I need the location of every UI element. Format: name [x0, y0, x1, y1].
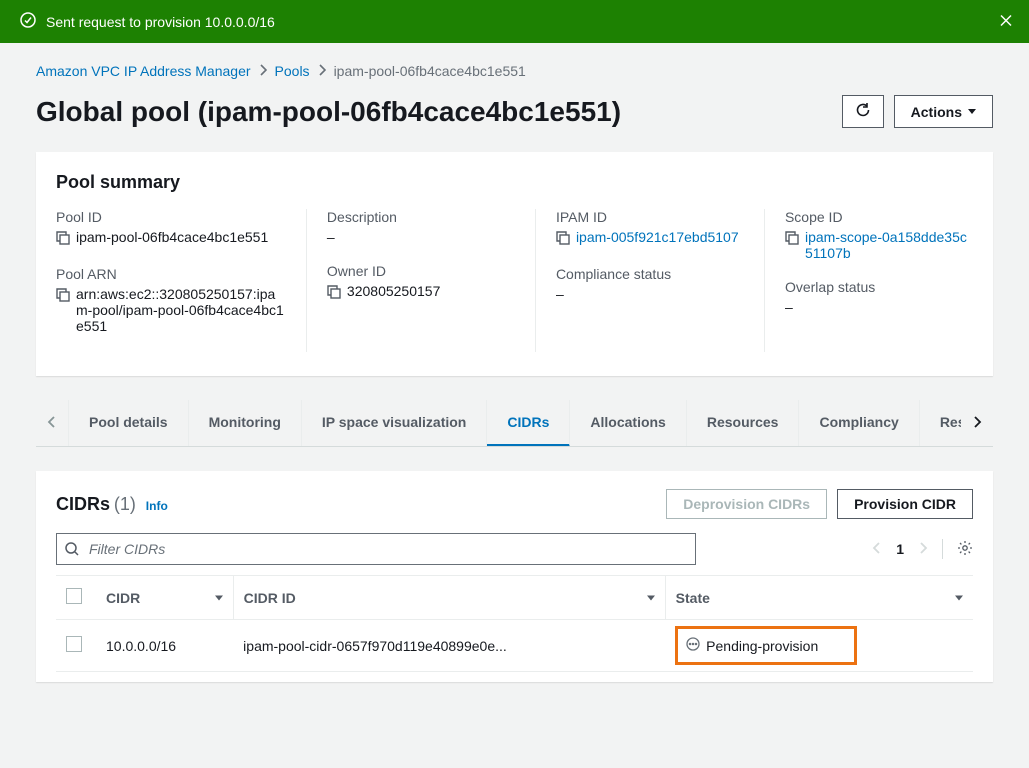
cell-cidr: 10.0.0.0/16 [96, 620, 233, 672]
page-title: Global pool (ipam-pool-06fb4cace4bc1e551… [36, 96, 621, 128]
state-highlight: Pending-provision [675, 626, 857, 665]
sort-icon [215, 595, 223, 600]
page-next[interactable] [918, 541, 928, 558]
filter-cidrs-input[interactable] [56, 533, 696, 565]
copy-icon[interactable] [327, 285, 341, 302]
close-icon[interactable] [999, 13, 1013, 30]
chevron-right-icon [318, 63, 326, 79]
owner-id-label: Owner ID [327, 263, 515, 279]
cidrs-title: CIDRs [56, 494, 110, 514]
sort-icon [647, 595, 655, 600]
panel-title: Pool summary [36, 152, 993, 205]
pending-icon [686, 637, 700, 654]
sort-icon [955, 595, 963, 600]
cell-state: Pending-provision [706, 638, 818, 654]
owner-id-value: 320805250157 [347, 283, 440, 299]
divider [942, 539, 943, 559]
column-cidr[interactable]: CIDR [96, 576, 233, 620]
scope-id-label: Scope ID [785, 209, 973, 225]
page-number: 1 [896, 541, 904, 557]
description-value: – [327, 229, 515, 245]
tab-overflow[interactable]: Reso [920, 400, 961, 446]
info-link[interactable]: Info [146, 499, 168, 513]
breadcrumb-current: ipam-pool-06fb4cace4bc1e551 [334, 63, 526, 79]
compliance-status-value: – [556, 286, 744, 302]
ipam-id-label: IPAM ID [556, 209, 744, 225]
overlap-status-label: Overlap status [785, 279, 973, 295]
compliance-status-label: Compliance status [556, 266, 744, 282]
tab-allocations[interactable]: Allocations [570, 400, 686, 446]
copy-icon[interactable] [56, 231, 70, 248]
select-all-checkbox[interactable] [66, 588, 82, 604]
deprovision-cidrs-button[interactable]: Deprovision CIDRs [666, 489, 827, 519]
success-banner: Sent request to provision 10.0.0.0/16 [0, 0, 1029, 43]
copy-icon[interactable] [56, 288, 70, 305]
actions-button[interactable]: Actions [894, 95, 993, 128]
pool-arn-label: Pool ARN [56, 266, 286, 282]
tab-scroll-left[interactable] [36, 415, 68, 431]
page-header: Global pool (ipam-pool-06fb4cace4bc1e551… [0, 89, 1029, 152]
cell-cidr-id: ipam-pool-cidr-0657f970d119e40899e0e... [243, 638, 507, 654]
caret-down-icon [968, 109, 976, 114]
tab-ip-space-visualization[interactable]: IP space visualization [302, 400, 487, 446]
pool-id-value: ipam-pool-06fb4cace4bc1e551 [76, 229, 268, 245]
overlap-status-value: – [785, 299, 973, 315]
check-circle-icon [20, 12, 36, 31]
cidrs-section: CIDRs (1) Info Deprovision CIDRs Provisi… [36, 471, 993, 682]
pool-arn-value: arn:aws:ec2::320805250157:ipam-pool/ipam… [76, 286, 286, 334]
refresh-icon [855, 102, 871, 121]
ipam-id-link[interactable]: ipam-005f921c17ebd5107 [576, 229, 739, 245]
banner-message: Sent request to provision 10.0.0.0/16 [46, 14, 275, 30]
tab-monitoring[interactable]: Monitoring [189, 400, 302, 446]
tab-cidrs[interactable]: CIDRs [487, 400, 570, 446]
copy-icon[interactable] [556, 231, 570, 248]
cidrs-table: CIDR CIDR ID State 10.0.0.0/16 ipam-pool… [56, 575, 973, 672]
page-prev[interactable] [872, 541, 882, 558]
tab-pool-details[interactable]: Pool details [68, 400, 189, 446]
breadcrumb-root[interactable]: Amazon VPC IP Address Manager [36, 63, 251, 79]
search-icon [65, 542, 79, 556]
pool-summary-panel: Pool summary Pool ID ipam-pool-06fb4cace… [36, 152, 993, 376]
table-row[interactable]: 10.0.0.0/16 ipam-pool-cidr-0657f970d119e… [56, 620, 973, 672]
tab-bar: Pool details Monitoring IP space visuali… [36, 400, 993, 447]
column-cidr-id[interactable]: CIDR ID [233, 576, 665, 620]
refresh-button[interactable] [842, 95, 884, 128]
tab-scroll-right[interactable] [961, 415, 993, 431]
breadcrumb: Amazon VPC IP Address Manager Pools ipam… [0, 43, 1029, 89]
description-label: Description [327, 209, 515, 225]
copy-icon[interactable] [785, 231, 799, 248]
gear-icon[interactable] [957, 540, 973, 559]
actions-label: Actions [911, 104, 962, 120]
provision-cidr-button[interactable]: Provision CIDR [837, 489, 973, 519]
pool-id-label: Pool ID [56, 209, 286, 225]
breadcrumb-pools[interactable]: Pools [275, 63, 310, 79]
column-state[interactable]: State [665, 576, 973, 620]
row-checkbox[interactable] [66, 636, 82, 652]
cidrs-count: (1) [114, 494, 136, 514]
tab-compliancy[interactable]: Compliancy [799, 400, 919, 446]
scope-id-link[interactable]: ipam-scope-0a158dde35c51107b [805, 229, 973, 261]
chevron-right-icon [259, 63, 267, 79]
tab-resources[interactable]: Resources [687, 400, 800, 446]
